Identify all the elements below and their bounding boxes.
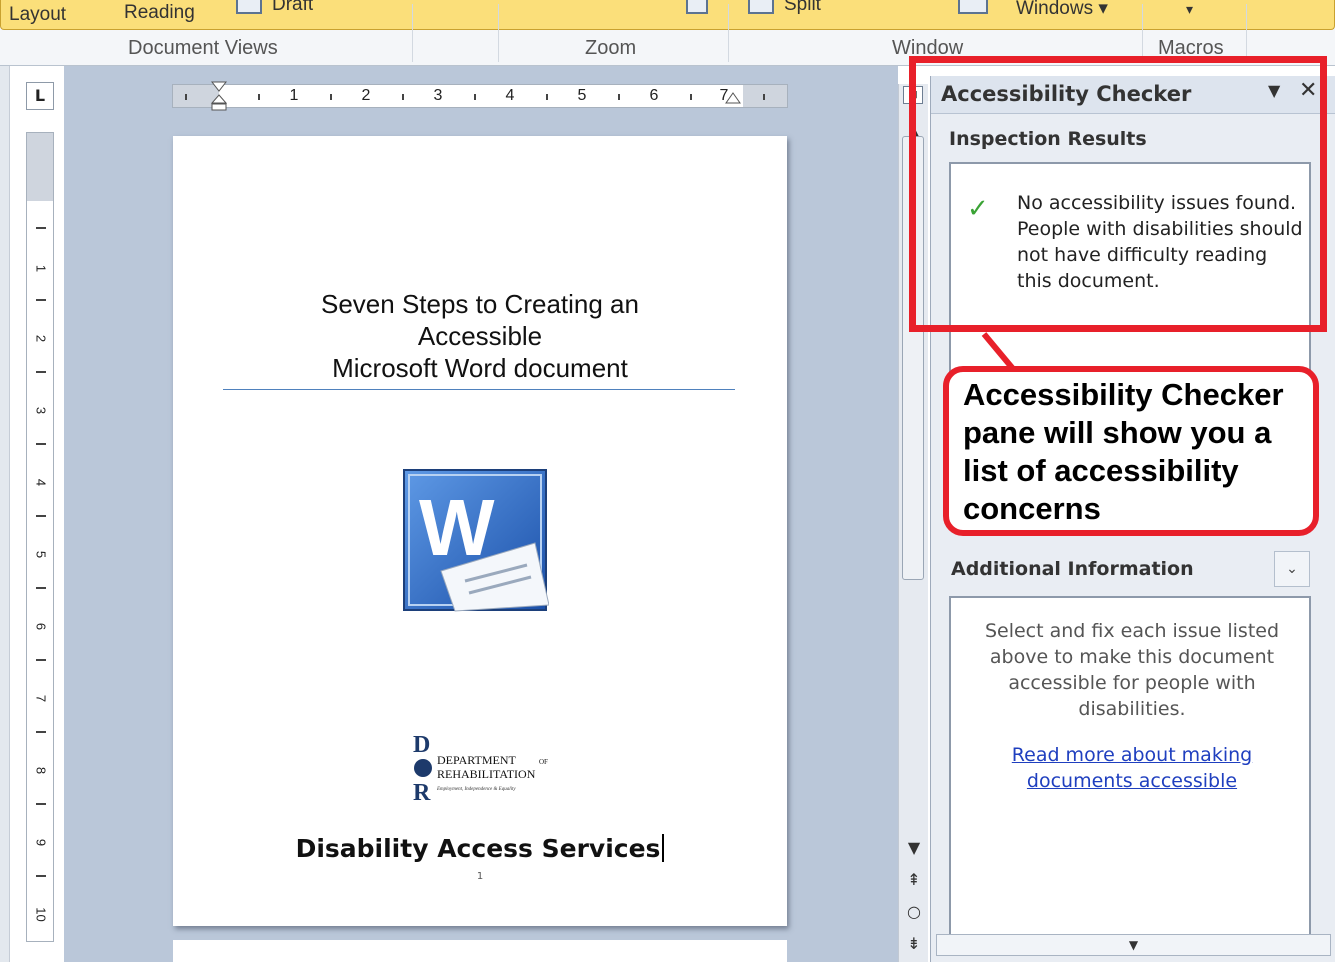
title-line: Seven Steps to Creating an — [321, 289, 639, 319]
dor-rehabilitation-text: REHABILITATION — [437, 767, 536, 781]
arrange-icon — [958, 0, 988, 14]
additional-information-text: Select and fix each issue listed above t… — [984, 620, 1280, 720]
full-screen-reading-button[interactable]: Reading — [124, 0, 195, 26]
callout-box: Accessibility Checker pane will show you… — [943, 366, 1319, 536]
vruler-number: 4 — [33, 478, 49, 487]
additional-information-label: Additional Information — [951, 558, 1194, 580]
next-page-preview[interactable] — [173, 940, 787, 962]
horizontal-ruler[interactable]: 1 2 3 4 5 6 7 — [172, 81, 788, 111]
additional-information-toggle-icon[interactable]: ⌄ — [1274, 551, 1310, 587]
footer-text: Disability Access Services — [295, 834, 661, 863]
switch-windows-button[interactable]: Windows ▾ — [1016, 0, 1108, 22]
hruler-number: 6 — [649, 87, 659, 104]
first-line-indent-icon[interactable] — [211, 81, 227, 111]
hruler-number: 3 — [433, 87, 443, 104]
print-layout-button[interactable]: Layout — [0, 0, 1335, 30]
draft-icon — [236, 0, 262, 14]
dor-tagline-text: Employment, Independence & Equality — [436, 787, 516, 792]
pane-scroll-down-icon[interactable]: ▼ — [936, 934, 1331, 956]
title-line: Accessible — [417, 321, 543, 351]
dor-department-text: DEPARTMENT — [437, 753, 517, 767]
page-number: 1 — [476, 871, 484, 882]
group-zoom: Zoom — [585, 37, 637, 59]
vertical-ruler[interactable]: 1 2 3 4 5 6 7 8 9 10 — [26, 132, 54, 942]
vruler-number: 10 — [33, 907, 49, 922]
macros-dropdown-icon[interactable]: ▾ — [1186, 0, 1193, 22]
vruler-number: 2 — [33, 334, 49, 343]
svg-text:R: R — [413, 780, 431, 804]
text-cursor — [662, 834, 665, 862]
draft-button[interactable]: Draft — [272, 0, 313, 18]
page-width-icon[interactable] — [686, 0, 708, 14]
hruler-number: 5 — [577, 87, 587, 104]
svg-text:D: D — [413, 732, 430, 758]
vruler-number: 5 — [33, 550, 49, 559]
tab-stop-selector[interactable]: L — [26, 82, 54, 110]
hruler-number: 4 — [505, 87, 515, 104]
read-more-link[interactable]: Read more about making documents accessi… — [967, 742, 1297, 794]
document-title: Seven Steps to Creating an Accessible Mi… — [223, 288, 737, 384]
vruler-number: 6 — [33, 622, 49, 631]
vruler-number: 7 — [33, 694, 49, 703]
title-line: Microsoft Word document — [332, 353, 628, 383]
word-logo-letter: W — [419, 483, 495, 572]
word-logo-image[interactable]: W — [403, 469, 549, 613]
previous-page-icon[interactable]: ⇞ — [899, 870, 929, 889]
vruler-number: 1 — [33, 264, 49, 273]
split-icon — [748, 0, 774, 14]
next-page-icon[interactable]: ⇟ — [899, 934, 929, 953]
left-frame — [0, 66, 10, 962]
vruler-number: 3 — [33, 406, 49, 415]
highlight-rectangle — [909, 56, 1327, 332]
callout-text: Accessibility Checker pane will show you… — [963, 377, 1284, 526]
select-browse-object-icon[interactable]: ○ — [899, 902, 929, 921]
dor-logo-image: D R DEPARTMENT OF REHABILITATION Employm… — [413, 732, 548, 804]
hruler-number: 1 — [289, 87, 299, 104]
additional-information-box: Select and fix each issue listed above t… — [949, 596, 1311, 948]
scroll-down-icon[interactable]: ▼ — [899, 838, 929, 857]
document-page[interactable]: Seven Steps to Creating an Accessible Mi… — [173, 136, 787, 926]
title-divider — [223, 389, 735, 390]
vruler-number: 8 — [33, 766, 49, 775]
group-document-views: Document Views — [128, 37, 278, 59]
vruler-number: 9 — [33, 838, 49, 847]
hruler-number: 7 — [719, 87, 729, 104]
document-footer-heading: Disability Access Services — [173, 834, 787, 863]
dor-of-text: OF — [539, 758, 548, 766]
hruler-number: 2 — [361, 87, 371, 104]
split-button[interactable]: Split — [784, 0, 821, 18]
